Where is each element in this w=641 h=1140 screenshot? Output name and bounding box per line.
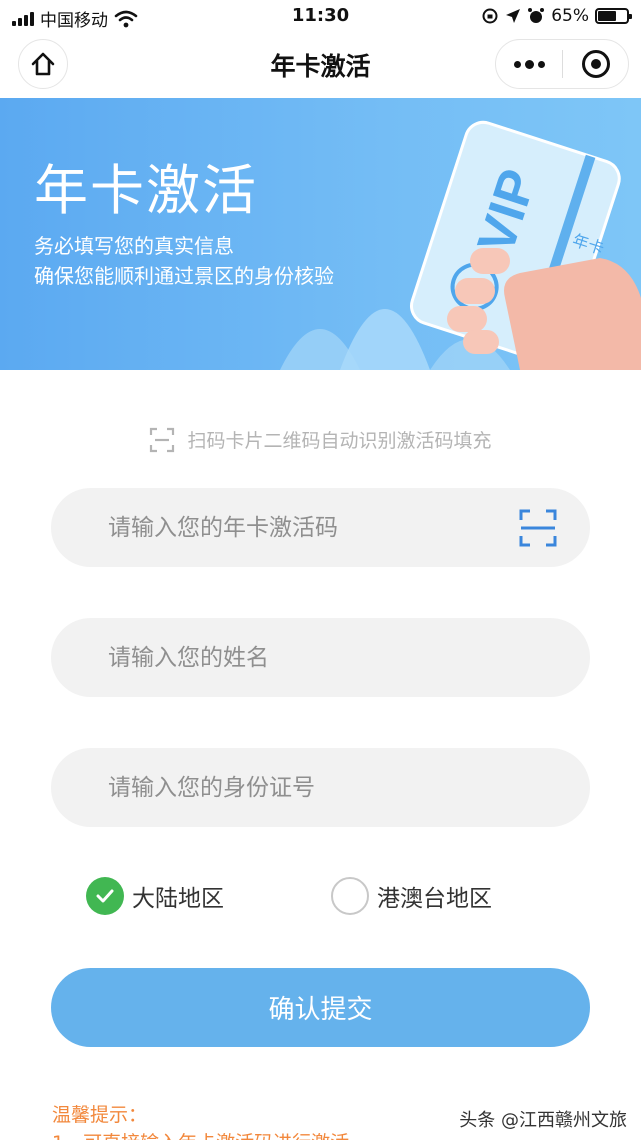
activation-code-input[interactable] [108,514,488,541]
name-field [51,618,590,697]
scan-hint-text: 扫码卡片二维码自动识别激活码填充 [187,430,492,452]
watermark-text: 头条 @江西赣州文旅 [459,1106,627,1132]
more-button[interactable] [496,40,562,88]
hero-banner: VIP 年卡 年卡激活 务必填写您的真实信息 确保您能顺利通过景区的身份核验 [0,98,641,370]
target-icon [581,50,610,78]
scan-icon [150,427,175,452]
status-right: 65% [481,6,632,26]
banner-subtitle-line: 确保您能顺利通过景区的身份核验 [34,264,334,288]
close-miniprogram-button[interactable] [563,40,628,88]
region-option-mainland[interactable]: 大陆地区 [86,877,224,915]
region-label-hkmotw: 港澳台地区 [377,886,492,912]
battery-percent: 65% [551,6,589,26]
radio-empty-icon [331,877,369,915]
scan-code-icon[interactable] [519,509,557,547]
more-dot-icon [524,59,534,69]
miniprogram-capsule [495,39,629,89]
name-input[interactable] [108,644,488,671]
status-bar: 中国移动 11:30 65% [0,0,641,34]
check-circle-icon [86,877,124,915]
nav-bar: 年卡激活 [0,34,641,98]
submit-button[interactable]: 确认提交 [51,968,590,1047]
banner-subtitle: 务必填写您的真实信息 确保您能顺利通过景区的身份核验 [34,231,334,291]
battery-fill [598,11,617,21]
banner-subtitle-line: 务必填写您的真实信息 [34,234,234,258]
location-icon [506,9,521,23]
tips-title: 温馨提示： [52,1104,148,1126]
region-label-mainland: 大陆地区 [132,886,224,912]
more-dot-icon [513,60,521,68]
rotation-lock-icon [482,8,498,24]
region-option-hkmotw[interactable]: 港澳台地区 [331,877,492,915]
more-dot-icon [537,60,545,68]
id-number-field [51,748,590,827]
id-number-input[interactable] [108,774,488,801]
scan-hint[interactable]: 扫码卡片二维码自动识别激活码填充 [0,426,641,453]
tips-line: 1、可直接输入年卡激活码进行激活 [52,1128,349,1140]
battery-icon [595,8,632,24]
alarm-icon [528,8,545,23]
banner-title: 年卡激活 [34,159,258,222]
activation-code-field [51,488,590,567]
